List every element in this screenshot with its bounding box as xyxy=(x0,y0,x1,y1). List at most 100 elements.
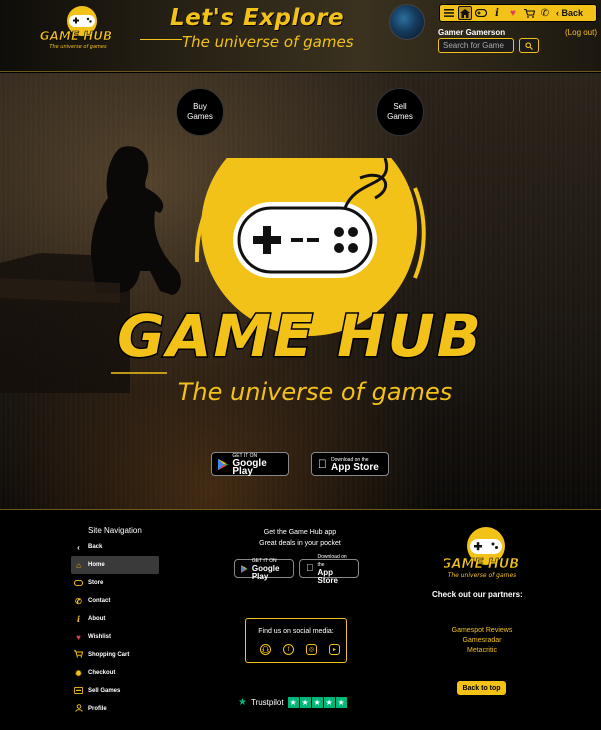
back-to-top-button[interactable]: Back to top xyxy=(457,681,506,695)
footer-nav-wishlist[interactable]: ♥ Wishlist xyxy=(71,628,159,646)
app-store-small-text: Download on the xyxy=(310,554,348,568)
site-header: GAME HUB The universe of games Let's Exp… xyxy=(0,0,601,72)
social-media-box: Find us on social media: f ◎ ▸ xyxy=(245,618,347,663)
sell-games-button[interactable]: Sell Games xyxy=(376,88,424,136)
star-icon: ★ xyxy=(323,697,335,708)
logout-link[interactable]: (Log out) xyxy=(565,28,597,37)
nav-item-label: Sell Games xyxy=(88,688,121,694)
snapchat-icon[interactable] xyxy=(260,644,271,655)
search-button[interactable] xyxy=(519,38,539,53)
heart-icon[interactable]: ♥ xyxy=(506,6,520,20)
footer-nav-profile[interactable]: Profile xyxy=(71,700,159,718)
menu-icon[interactable] xyxy=(442,6,456,20)
game-hub-logo: GAME HUB The universe of games xyxy=(111,158,483,406)
gamepad-icon[interactable] xyxy=(474,6,488,20)
user-name: Gamer Gamerson xyxy=(438,28,506,37)
partner-link-metacritic[interactable]: Metacritic xyxy=(438,646,526,656)
apple-icon:  xyxy=(306,563,314,574)
footer-nav-list: ‹ Back ⌂ Home Store ✆ Contact i About ♥ … xyxy=(71,538,159,718)
home-icon[interactable] xyxy=(458,6,472,20)
partner-link-gamespot[interactable]: Gamespot Reviews xyxy=(438,626,526,636)
google-play-big-text: Google Play xyxy=(232,458,267,477)
app-store-badge[interactable]:  Download on the App Store xyxy=(311,452,389,476)
app-store-big-text: App Store xyxy=(310,567,349,584)
footer-nav-shopping-cart[interactable]: Shopping Cart xyxy=(71,646,159,664)
footer-logo-wordmark: GAME HUB xyxy=(444,557,519,572)
home-icon: ⌂ xyxy=(76,560,81,570)
page-subtitle: The universe of games xyxy=(182,33,354,51)
footer-nav-contact[interactable]: ✆ Contact xyxy=(71,592,159,610)
avatar[interactable] xyxy=(389,4,425,40)
footer-nav-back[interactable]: ‹ Back xyxy=(71,538,159,556)
game-hub-logo-footer[interactable]: GAME HUB The universe of games xyxy=(444,524,520,580)
get-app-line-2: Great deals in your pocket xyxy=(259,540,341,547)
google-play-badge[interactable]: GET IT ON Google Play xyxy=(211,452,289,477)
phone-icon: ✆ xyxy=(75,596,82,606)
google-play-icon xyxy=(241,564,248,573)
header-toolbar: i ♥ ✆ ‹ Back xyxy=(439,4,597,22)
chevron-left-icon: ‹ xyxy=(77,542,80,552)
nav-item-label: Profile xyxy=(88,706,107,712)
back-button-label: Back xyxy=(561,8,584,18)
trustpilot-widget[interactable]: ★ Trustpilot ★ ★ ★ ★ ★ xyxy=(238,697,347,708)
sell-games-label: Sell Games xyxy=(387,102,413,121)
youtube-icon[interactable]: ▸ xyxy=(329,644,340,655)
nav-item-label: Home xyxy=(88,562,105,568)
footer-google-play-badge[interactable]: GET IT ON Google Play xyxy=(234,558,294,580)
star-icon: ★ xyxy=(299,697,311,708)
trustpilot-label: Trustpilot xyxy=(250,698,284,707)
star-icon: ★ xyxy=(287,697,299,708)
cart-icon xyxy=(74,650,84,660)
nav-item-label: Contact xyxy=(88,598,111,604)
get-app-text: Get the Game Hub app Great deals in your… xyxy=(240,527,360,549)
back-button[interactable]: ‹ Back xyxy=(556,6,583,20)
get-app-line-1: Get the Game Hub app xyxy=(263,529,337,536)
footer-logo-tagline: The universe of games xyxy=(448,572,517,579)
social-icons: f ◎ ▸ xyxy=(260,644,340,655)
star-icon: ★ xyxy=(335,697,347,708)
app-store-big-text: App Store xyxy=(322,462,379,473)
trustpilot-rating: ★ ★ ★ ★ ★ xyxy=(287,697,347,708)
logo-wordmark: GAME HUB xyxy=(117,302,483,370)
partner-link-gamesradar[interactable]: Gamesradar xyxy=(438,636,526,646)
phone-icon[interactable]: ✆ xyxy=(538,6,552,20)
instagram-icon[interactable]: ◎ xyxy=(306,644,317,655)
buy-games-button[interactable]: Buy Games xyxy=(176,88,224,136)
svg-text:GAME HUB: GAME HUB xyxy=(40,29,112,43)
footer-nav-store[interactable]: Store xyxy=(71,574,159,592)
page-title: Let's Explore xyxy=(170,5,345,31)
title-divider xyxy=(140,39,182,40)
facebook-icon[interactable]: f xyxy=(283,644,294,655)
user-icon xyxy=(74,704,83,714)
game-hub-logo-small[interactable]: GAME HUB The universe of games xyxy=(38,4,114,50)
nav-item-label: Wishlist xyxy=(88,634,111,640)
logo-tagline: The universe of games xyxy=(178,378,452,406)
cart-icon[interactable] xyxy=(522,6,536,20)
site-footer: Site Navigation ‹ Back ⌂ Home Store ✆ Co… xyxy=(0,510,601,730)
star-icon: ★ xyxy=(311,697,323,708)
partners-list: Gamespot Reviews Gamesradar Metacritic xyxy=(438,626,526,656)
footer-nav-about[interactable]: i About xyxy=(71,610,159,628)
partners-title: Check out our partners: xyxy=(432,590,523,599)
footer-app-store-badge[interactable]:  Download on the App Store xyxy=(299,554,359,584)
nav-item-label: Back xyxy=(88,544,103,550)
social-media-label: Find us on social media: xyxy=(258,628,334,635)
footer-nav-title: Site Navigation xyxy=(88,526,142,535)
nav-item-label: Store xyxy=(88,580,104,586)
nav-item-label: About xyxy=(88,616,106,622)
footer-nav-checkout[interactable]: ✹ Checkout xyxy=(71,664,159,682)
info-icon[interactable]: i xyxy=(490,6,504,20)
buy-games-label: Buy Games xyxy=(187,102,213,121)
footer-nav-sell-games[interactable]: Sell Games xyxy=(71,682,159,700)
nav-item-label: Checkout xyxy=(88,670,116,676)
trustpilot-star-icon: ★ xyxy=(238,697,247,708)
gamepad-icon xyxy=(73,579,84,588)
footer-nav-home[interactable]: ⌂ Home xyxy=(71,556,159,574)
svg-text:The universe of games: The universe of games xyxy=(49,44,107,50)
info-icon: i xyxy=(76,614,81,624)
nav-item-label: Shopping Cart xyxy=(88,652,130,658)
sell-icon xyxy=(73,686,84,696)
search-input[interactable] xyxy=(438,38,514,53)
badge-icon: ✹ xyxy=(75,668,82,678)
heart-icon: ♥ xyxy=(76,632,81,642)
